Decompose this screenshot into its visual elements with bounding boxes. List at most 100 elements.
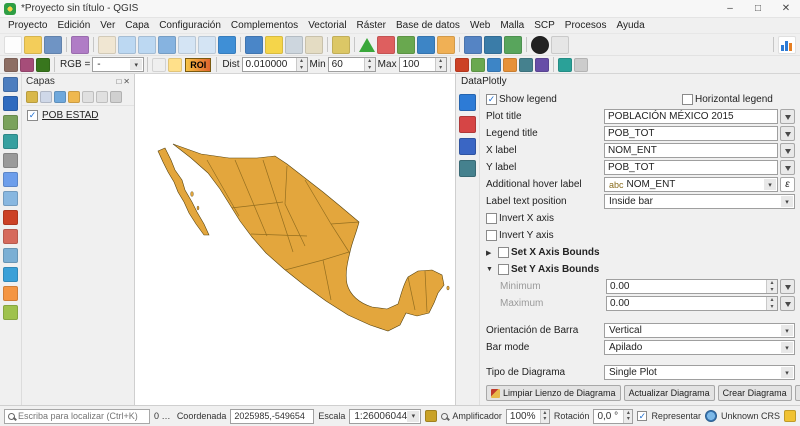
menu-edicion[interactable]: Edición (52, 20, 95, 31)
dataplotly-toolbar-icon[interactable] (778, 35, 796, 54)
layer-name[interactable]: POB ESTAD (42, 110, 99, 121)
invert-y-checkbox[interactable] (486, 230, 497, 241)
messages-log-icon[interactable] (784, 410, 796, 422)
add-wfs-layer-icon[interactable] (3, 286, 18, 301)
menu-ayuda[interactable]: Ayuda (611, 20, 649, 31)
add-postgis-layer-icon[interactable] (3, 172, 18, 187)
plot-type-combo[interactable]: Single Plot ▾ (604, 365, 795, 380)
roi-pointer-icon[interactable] (152, 57, 167, 72)
new-project-icon[interactable] (4, 35, 22, 54)
pan-map-icon[interactable] (98, 35, 116, 54)
scp-preview-icon[interactable] (397, 35, 415, 54)
scp-spectral-icon[interactable] (377, 35, 395, 54)
menu-scp[interactable]: SCP (529, 20, 560, 31)
select-features-icon[interactable] (265, 35, 283, 54)
open-project-icon[interactable] (24, 35, 42, 54)
filter-legend-icon[interactable] (68, 91, 80, 103)
collapse-all-icon[interactable] (96, 91, 108, 103)
scp-classification-icon[interactable] (359, 37, 375, 52)
add-virtual-layer-icon[interactable] (3, 248, 18, 263)
clean-plot-canvas-button[interactable]: Limpiar Lienzo de Diagrama (486, 385, 621, 401)
spin-down-icon[interactable]: ▾ (365, 65, 375, 72)
spin-down-icon[interactable]: ▾ (767, 304, 777, 311)
attribute-table-icon[interactable] (285, 35, 303, 54)
set-x-bounds-checkbox[interactable] (498, 247, 509, 258)
scale-combo[interactable]: 1:26006044 ▾ (349, 408, 422, 424)
add-oracle-layer-icon[interactable] (3, 229, 18, 244)
bar-orientation-combo[interactable]: Vertical ▾ (604, 323, 795, 338)
menu-vectorial[interactable]: Vectorial (303, 20, 351, 31)
plot-settings-tab-icon[interactable] (459, 94, 476, 111)
minimum-spinbox[interactable]: 0.00 ▴ ▾ (606, 279, 778, 294)
manage-map-themes-icon[interactable] (54, 91, 66, 103)
menu-web[interactable]: Web (465, 20, 495, 31)
maximum-spinbox[interactable]: 0.00 ▴ ▾ (606, 296, 778, 311)
set-y-bounds-checkbox[interactable] (498, 264, 509, 275)
spin-down-icon[interactable]: ▾ (541, 416, 549, 423)
expand-arrow-icon[interactable]: ▼ (486, 266, 496, 273)
rotation-spinbox[interactable]: 0,0 ° ▴ ▾ (593, 408, 634, 424)
scp-zoom-icon[interactable] (502, 57, 517, 72)
plot-properties-tab-icon[interactable] (459, 116, 476, 133)
layer-visibility-checkbox[interactable]: ✓ (27, 110, 38, 121)
magnifier-spinbox[interactable]: 100% ▴ ▾ (505, 408, 550, 424)
layer-styling-icon[interactable] (26, 91, 38, 103)
zoom-last-icon[interactable] (178, 35, 196, 54)
legend-title-input[interactable]: POB_TOT (604, 126, 778, 141)
menu-capa[interactable]: Capa (120, 20, 154, 31)
roi-badge[interactable]: ROI (185, 57, 212, 72)
add-raster-layer-icon[interactable] (3, 115, 18, 130)
scp-rgb-composite-icon[interactable] (557, 57, 572, 72)
data-defined-override-icon[interactable] (780, 126, 795, 141)
scale-lock-icon[interactable] (425, 410, 438, 422)
menu-base-de-datos[interactable]: Base de datos (391, 20, 465, 31)
data-defined-override-icon[interactable] (780, 279, 795, 294)
menu-malla[interactable]: Malla (495, 20, 529, 31)
data-defined-override-icon[interactable] (780, 296, 795, 311)
maximize-button[interactable]: □ (744, 0, 772, 18)
locator-search-box[interactable] (4, 408, 150, 424)
create-plot-button[interactable]: Crear Diagrama (717, 385, 792, 401)
horizontal-legend-checkbox[interactable] (682, 94, 693, 105)
data-defined-override-icon[interactable] (780, 143, 795, 158)
identify-features-icon[interactable] (245, 35, 263, 54)
crs-globe-icon[interactable] (704, 410, 717, 422)
x-label-input[interactable]: NOM_ENT (604, 143, 778, 158)
add-vector-layer-icon[interactable] (3, 96, 18, 111)
render-checkbox[interactable]: ✓ (637, 411, 648, 421)
add-mesh-layer-icon[interactable] (3, 134, 18, 149)
add-mssql-layer-icon[interactable] (3, 210, 18, 225)
menu-complementos[interactable]: Complementos (226, 20, 303, 31)
configuration-button[interactable]: Configuration ▾ (794, 385, 800, 401)
processing-toolbox-icon[interactable] (464, 35, 482, 54)
spin-down-icon[interactable]: ▾ (624, 416, 632, 423)
map-canvas[interactable] (135, 74, 455, 405)
data-defined-override-icon[interactable] (780, 109, 795, 124)
scp-undo-icon[interactable] (454, 57, 469, 72)
scp-algorithm-icon[interactable] (417, 35, 435, 54)
layer-tree-item[interactable]: ✓ POB ESTAD (22, 106, 134, 125)
menu-raster[interactable]: Ráster (352, 20, 391, 31)
save-project-icon[interactable] (44, 35, 62, 54)
scp-working-toolbar-icon[interactable] (20, 57, 34, 72)
plugin-manager-icon[interactable] (504, 35, 522, 54)
spin-down-icon[interactable]: ▾ (297, 65, 307, 72)
zoom-next-icon[interactable] (198, 35, 216, 54)
new-shapefile-layer-icon[interactable] (3, 305, 18, 320)
show-legend-checkbox[interactable]: ✓ (486, 94, 497, 105)
menu-ver[interactable]: Ver (95, 20, 120, 31)
plot-help-tab-icon[interactable] (459, 160, 476, 177)
scp-stretch-icon[interactable] (518, 57, 533, 72)
scp-save-roi-icon[interactable] (486, 57, 501, 72)
roi-polygon-icon[interactable] (168, 57, 183, 72)
scp-cumulative-icon[interactable] (534, 57, 549, 72)
georeferencer-icon[interactable] (531, 35, 549, 54)
text-position-combo[interactable]: Inside bar ▾ (604, 194, 795, 209)
invert-x-checkbox[interactable] (486, 213, 497, 224)
update-plot-button[interactable]: Actualizar Diagrama (623, 385, 715, 401)
add-group-icon[interactable] (40, 91, 52, 103)
data-defined-override-icon[interactable] (780, 160, 795, 175)
add-wms-layer-icon[interactable] (3, 267, 18, 282)
locator-search-input[interactable] (18, 411, 146, 421)
expand-all-icon[interactable] (82, 91, 94, 103)
